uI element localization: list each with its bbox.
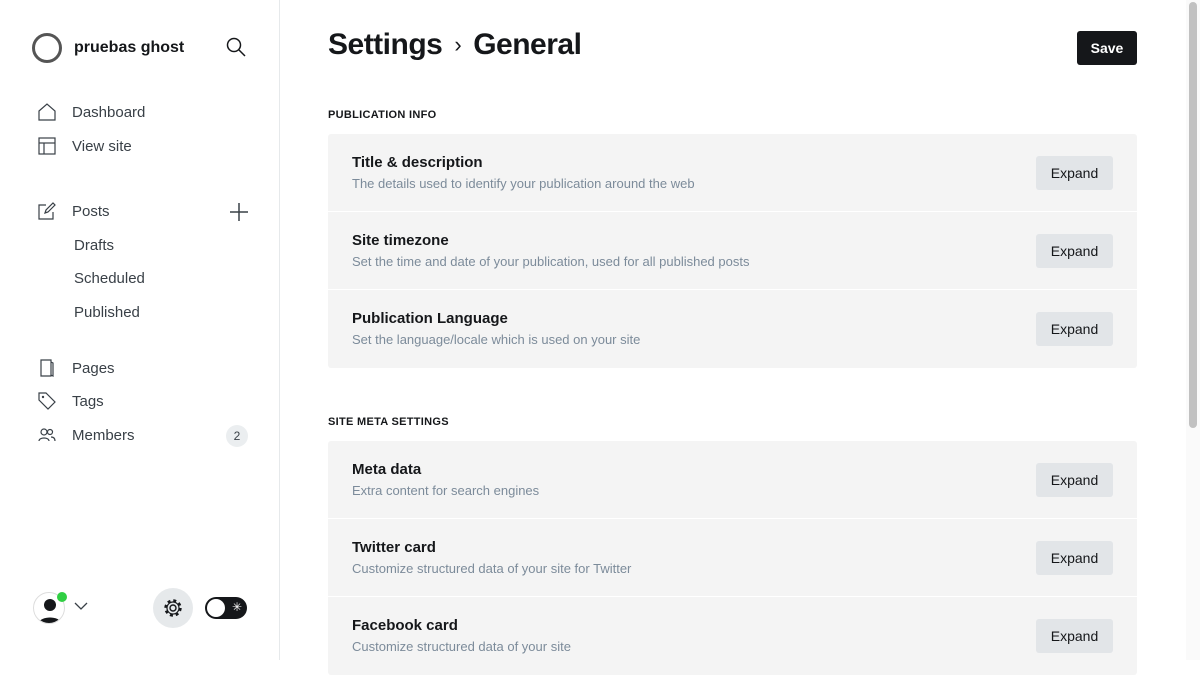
nav-posts[interactable]: Posts <box>38 202 110 220</box>
expand-button[interactable]: Expand <box>1036 156 1113 190</box>
expand-button[interactable]: Expand <box>1036 234 1113 268</box>
nav-label: Dashboard <box>72 103 146 121</box>
site-name: pruebas ghost <box>74 39 185 56</box>
nav-drafts[interactable]: Drafts <box>74 237 114 254</box>
expand-button[interactable]: Expand <box>1036 312 1113 346</box>
page-title: Settings › General <box>328 28 582 62</box>
setting-desc: Customize structured data of your site <box>352 639 571 654</box>
scrollbar[interactable] <box>1186 0 1200 660</box>
settings-group-site-meta: Meta data Extra content for search engine… <box>328 441 1137 675</box>
setting-desc: The details used to identify your public… <box>352 176 695 191</box>
setting-row: Facebook card Customize structured data o… <box>328 597 1137 675</box>
page-icon <box>40 359 54 377</box>
online-status-dot <box>57 592 67 602</box>
site-brand[interactable]: pruebas ghost <box>32 33 184 63</box>
toggle-knob <box>207 599 225 617</box>
nav-label: Posts <box>72 202 110 220</box>
nav-label: Members <box>72 426 135 444</box>
nav-dashboard[interactable]: Dashboard <box>38 103 145 121</box>
expand-button[interactable]: Expand <box>1036 541 1113 575</box>
scrollbar-thumb[interactable] <box>1189 2 1197 428</box>
setting-title: Publication Language <box>352 310 508 327</box>
search-icon[interactable] <box>226 37 246 57</box>
main-content: Settings › General Save PUBLICATION INFO T… <box>280 0 1186 675</box>
setting-title: Title & description <box>352 154 483 171</box>
setting-desc: Set the time and date of your publicatio… <box>352 254 750 269</box>
setting-title: Meta data <box>352 461 422 478</box>
section-title: PUBLICATION INFO <box>328 109 437 121</box>
expand-button[interactable]: Expand <box>1036 619 1113 653</box>
tag-icon <box>38 392 56 410</box>
nav-label: Tags <box>72 392 104 410</box>
edit-icon <box>38 202 56 220</box>
chevron-right-icon: › <box>454 32 462 57</box>
site-logo <box>32 33 62 63</box>
setting-title: Facebook card <box>352 617 458 634</box>
section-title: SITE META SETTINGS <box>328 416 449 428</box>
chevron-down-icon[interactable] <box>74 602 88 610</box>
nav-pages[interactable]: Pages <box>38 359 115 377</box>
breadcrumb-settings[interactable]: Settings <box>328 28 443 62</box>
setting-desc: Set the language/locale which is used on… <box>352 332 641 347</box>
nav-members[interactable]: Members <box>38 426 135 444</box>
new-post-plus-icon[interactable] <box>229 202 249 222</box>
setting-row: Meta data Extra content for search engine… <box>328 441 1137 519</box>
setting-row: Site timezone Set the time and date of yo… <box>328 212 1137 290</box>
gear-icon <box>164 599 182 617</box>
setting-row: Publication Language Set the language/loc… <box>328 290 1137 368</box>
nav-view-site[interactable]: View site <box>38 137 132 155</box>
members-icon <box>38 428 56 442</box>
expand-button[interactable]: Expand <box>1036 463 1113 497</box>
nav-label: View site <box>72 137 132 155</box>
setting-title: Site timezone <box>352 232 449 249</box>
settings-group-publication-info: Title & description The details used to i… <box>328 134 1137 368</box>
nav-published[interactable]: Published <box>74 304 140 321</box>
breadcrumb-general: General <box>473 28 582 61</box>
setting-row: Twitter card Customize structured data of… <box>328 519 1137 597</box>
nav-label: Pages <box>72 359 115 377</box>
setting-title: Twitter card <box>352 539 436 556</box>
sun-icon: ✳ <box>231 600 242 614</box>
nav-tags[interactable]: Tags <box>38 392 104 410</box>
settings-button[interactable] <box>153 588 193 628</box>
nav-scheduled[interactable]: Scheduled <box>74 270 145 287</box>
setting-row: Title & description The details used to i… <box>328 134 1137 212</box>
sidebar: pruebas ghost Dashboard View site Posts … <box>0 0 280 660</box>
dark-mode-toggle[interactable]: ✳ <box>205 597 247 619</box>
save-button[interactable]: Save <box>1077 31 1137 65</box>
setting-desc: Customize structured data of your site f… <box>352 561 632 576</box>
members-count-badge: 2 <box>226 425 248 447</box>
setting-desc: Extra content for search engines <box>352 483 540 498</box>
home-icon <box>38 103 56 121</box>
layout-icon <box>38 137 56 155</box>
